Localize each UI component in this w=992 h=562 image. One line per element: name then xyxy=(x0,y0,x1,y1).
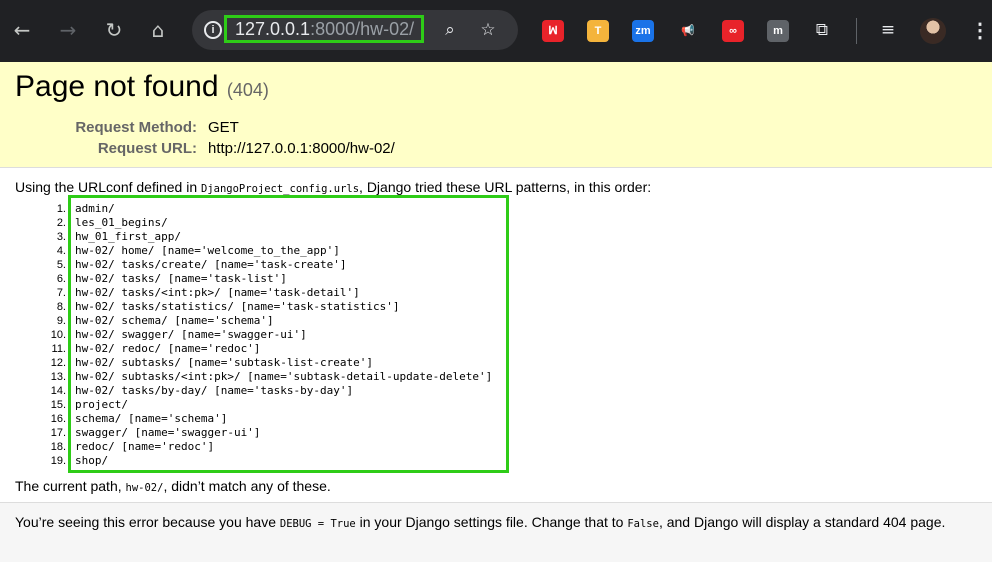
pattern-text: hw-02/ tasks/ [name='task-list'] xyxy=(75,272,287,285)
pattern-text: les_01_begins/ xyxy=(75,216,168,229)
pattern-number: 3. xyxy=(56,231,66,243)
debug-setting: DEBUG = True xyxy=(279,518,356,530)
extension-m-icon[interactable]: m xyxy=(767,20,789,42)
media-queue-icon[interactable]: ≡ xyxy=(878,20,898,40)
pattern-number: 2. xyxy=(56,217,66,229)
pattern-number: 8. xyxy=(56,301,66,313)
current-suffix: , didn’t match any of these. xyxy=(163,478,331,494)
reload-icon[interactable]: ↻ xyxy=(100,16,128,44)
forward-arrow-icon[interactable]: → xyxy=(54,16,82,44)
pattern-text: hw-02/ tasks/create/ [name='task-create'… xyxy=(75,258,347,271)
extensions-puzzle-icon[interactable]: ⧉ xyxy=(812,20,832,40)
pattern-text: hw_01_first_app/ xyxy=(75,230,181,243)
false-value: False xyxy=(627,518,659,530)
status-code: (404) xyxy=(226,80,269,100)
url-host: 127.0.0.1 xyxy=(235,19,311,39)
explanation-part-2: in your Django settings file. Change tha… xyxy=(355,514,628,530)
extension-t-icon[interactable]: T xyxy=(587,20,609,42)
pattern-number: 9. xyxy=(56,315,66,327)
url-text[interactable]: 127.0.0.1:8000/hw-02/ xyxy=(224,15,424,43)
explanation-part-3: , and Django will display a standard 404… xyxy=(658,514,946,530)
url-path: :8000/hw-02/ xyxy=(310,19,415,39)
extension-infinity-icon[interactable]: ∞ xyxy=(722,20,744,42)
toolbar-divider xyxy=(856,18,857,44)
pattern-text: hw-02/ swagger/ [name='swagger-ui'] xyxy=(75,328,307,341)
pattern-number: 15. xyxy=(50,399,66,411)
browser-menu-icon[interactable]: ⋮ xyxy=(970,18,990,44)
pattern-number: 7. xyxy=(56,287,66,299)
pattern-number: 18. xyxy=(50,441,66,453)
pattern-text: swagger/ [name='swagger-ui'] xyxy=(75,426,261,439)
pattern-text: shop/ xyxy=(75,454,109,467)
pattern-number: 19. xyxy=(50,455,66,467)
pattern-text: admin/ xyxy=(75,202,115,215)
extension-zm-icon[interactable]: zm xyxy=(632,20,654,42)
page-title: Page not found (404) xyxy=(15,70,269,104)
pattern-number: 6. xyxy=(56,273,66,285)
extension-red-m-icon[interactable]: ꟽ xyxy=(542,20,564,42)
urlconf-info: Using the URLconf defined in DjangoProje… xyxy=(15,179,651,195)
explanation-part-1: You’re seeing this error because you hav… xyxy=(15,514,280,530)
extension-megaphone-icon[interactable]: 📢 xyxy=(677,20,699,42)
request-url-value: http://127.0.0.1:8000/hw-02/ xyxy=(208,140,395,157)
pattern-number: 4. xyxy=(56,245,66,257)
pattern-text: redoc/ [name='redoc'] xyxy=(75,440,215,453)
zoom-icon[interactable]: ⌕ xyxy=(440,20,460,40)
current-path-info: The current path, hw-02/, didn’t match a… xyxy=(15,478,331,494)
pattern-number: 11. xyxy=(51,343,66,355)
pattern-text: hw-02/ redoc/ [name='redoc'] xyxy=(75,342,261,355)
pattern-text: hw-02/ subtasks/<int:pk>/ [name='subtask… xyxy=(75,370,493,383)
current-prefix: The current path, xyxy=(15,478,126,494)
pattern-text: hw-02/ tasks/<int:pk>/ [name='task-detai… xyxy=(75,286,360,299)
pattern-number: 12. xyxy=(50,357,66,369)
pattern-number: 14. xyxy=(50,385,66,397)
request-method-label: Request Method: xyxy=(75,119,197,136)
pattern-number: 1. xyxy=(56,203,66,215)
pattern-number: 13. xyxy=(50,371,66,383)
pattern-number: 16. xyxy=(50,413,66,425)
bookmark-star-icon[interactable]: ☆ xyxy=(478,20,498,40)
back-arrow-icon[interactable]: ← xyxy=(8,16,36,44)
pattern-text: hw-02/ schema/ [name='schema'] xyxy=(75,314,274,327)
site-info-icon[interactable]: i xyxy=(204,21,222,39)
pattern-text: schema/ [name='schema'] xyxy=(75,412,228,425)
home-icon[interactable]: ⌂ xyxy=(144,16,172,44)
explanation-text: You’re seeing this error because you hav… xyxy=(15,514,980,533)
pattern-number: 17. xyxy=(50,427,66,439)
address-bar[interactable]: i 127.0.0.1:8000/hw-02/ ⌕ ☆ xyxy=(192,10,518,50)
pattern-text: hw-02/ subtasks/ [name='subtask-list-cre… xyxy=(75,356,374,369)
pattern-number: 10. xyxy=(50,329,66,341)
browser-toolbar: ← → ↻ ⌂ i 127.0.0.1:8000/hw-02/ ⌕ ☆ ꟽ Tzm… xyxy=(0,0,992,62)
page-title-text: Page not found xyxy=(15,70,219,103)
info-prefix: Using the URLconf defined in xyxy=(15,179,201,195)
debug-explanation: You’re seeing this error because you hav… xyxy=(0,502,992,562)
pattern-number: 5. xyxy=(56,259,66,271)
pattern-text: hw-02/ home/ [name='welcome_to_the_app'] xyxy=(75,244,340,257)
pattern-text: hw-02/ tasks/statistics/ [name='task-sta… xyxy=(75,300,400,313)
pattern-text: project/ xyxy=(75,398,128,411)
profile-avatar[interactable] xyxy=(920,18,946,44)
current-path: hw-02/ xyxy=(125,482,164,494)
info-suffix: , Django tried these URL patterns, in th… xyxy=(359,179,652,195)
urlconf-name: DjangoProject_config.urls xyxy=(201,183,360,195)
error-summary: Page not found (404) Request Method: GET… xyxy=(0,62,992,168)
request-method-value: GET xyxy=(208,119,239,136)
pattern-text: hw-02/ tasks/by-day/ [name='tasks-by-day… xyxy=(75,384,354,397)
request-url-label: Request URL: xyxy=(97,140,197,157)
